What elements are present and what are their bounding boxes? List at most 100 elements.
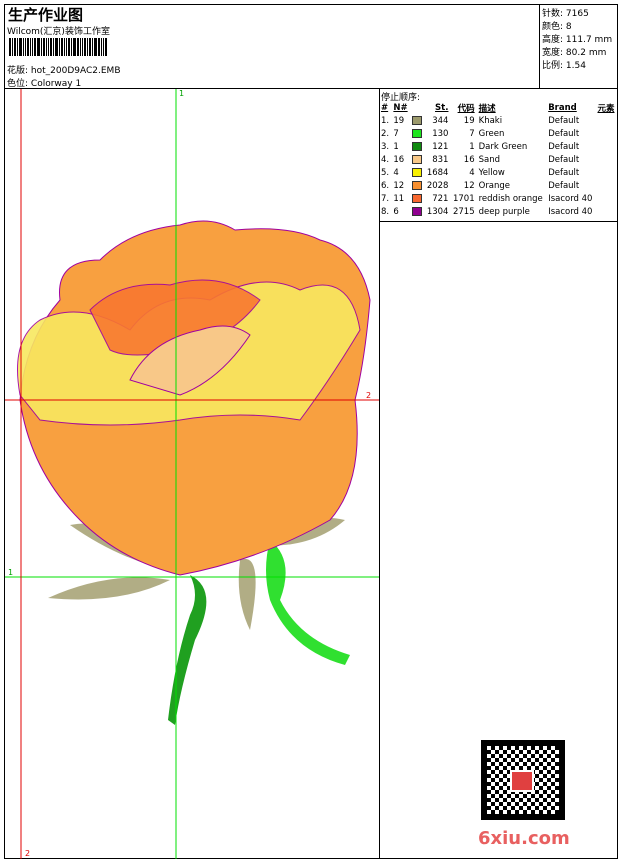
info-label: 宽度: bbox=[542, 48, 564, 58]
barcode-bar bbox=[73, 38, 76, 56]
table-row: 2. 7 130 7 Green Default bbox=[379, 127, 617, 140]
color-swatch bbox=[412, 154, 422, 164]
row-stitches: 2028 bbox=[426, 180, 449, 191]
barcode-bar bbox=[80, 38, 81, 56]
barcode-bar bbox=[103, 38, 104, 56]
barcode-bar bbox=[87, 38, 88, 56]
row-brand: Isacord 40 bbox=[548, 193, 593, 204]
row-element bbox=[595, 192, 617, 205]
swatch-cell bbox=[410, 127, 424, 140]
color-swatch bbox=[412, 167, 422, 177]
row-brand: Default bbox=[548, 167, 580, 178]
info-row: 比例: 1.54 bbox=[542, 58, 586, 71]
row-needle: 11 bbox=[393, 193, 405, 204]
barcode-bar bbox=[50, 38, 52, 56]
stem-right bbox=[266, 540, 350, 665]
column-header: N# bbox=[393, 102, 408, 113]
row-index: 5. bbox=[381, 167, 390, 178]
row-brand: Default bbox=[548, 128, 580, 139]
info-row: 宽度: 80.2 mm bbox=[542, 45, 606, 58]
barcode-bar bbox=[89, 38, 91, 56]
row-code: 16 bbox=[463, 154, 475, 165]
guide-label-h1: 1 bbox=[8, 568, 13, 577]
row-element bbox=[595, 140, 617, 153]
design-label: 花版: bbox=[7, 66, 29, 76]
info-divider bbox=[539, 4, 540, 88]
row-index: 8. bbox=[381, 206, 390, 217]
barcode-bar bbox=[19, 38, 22, 56]
info-label: 高度: bbox=[542, 35, 564, 45]
row-index: 3. bbox=[381, 141, 390, 152]
page-title: 生产作业图 bbox=[8, 6, 84, 24]
barcode-bar bbox=[23, 38, 24, 56]
column-header: Brand bbox=[548, 102, 577, 113]
barcode-bar bbox=[14, 38, 16, 56]
row-code: 1701 bbox=[452, 193, 475, 204]
row-code: 4 bbox=[469, 167, 475, 178]
column-header: St. bbox=[435, 102, 449, 113]
watermark: 6xiu.com bbox=[478, 828, 570, 849]
barcode-bar bbox=[98, 38, 100, 56]
company-name: Wilcom(汇京)装饰工作室 bbox=[7, 27, 110, 37]
barcode-bar bbox=[64, 38, 65, 56]
row-code: 12 bbox=[463, 180, 475, 191]
row-description: Green bbox=[478, 128, 505, 139]
barcode-bar bbox=[30, 38, 31, 56]
table-row: 7. 11 721 1701 reddish orange Isacord 40 bbox=[379, 192, 617, 205]
color-swatch bbox=[412, 128, 422, 138]
row-element bbox=[595, 179, 617, 192]
row-index: 4. bbox=[381, 154, 390, 165]
color-swatch bbox=[412, 180, 422, 190]
swatch-cell bbox=[410, 114, 424, 127]
barcode-bar bbox=[66, 38, 67, 56]
barcode-bar bbox=[82, 38, 83, 56]
info-value: 1.54 bbox=[565, 61, 586, 71]
row-needle: 4 bbox=[393, 167, 399, 178]
row-index: 7. bbox=[381, 193, 390, 204]
row-needle: 7 bbox=[393, 128, 399, 139]
info-value: 7165 bbox=[565, 9, 589, 19]
barcode-bar bbox=[9, 38, 11, 56]
row-stitches: 1684 bbox=[426, 167, 449, 178]
color-swatch bbox=[412, 141, 422, 151]
swatch-cell bbox=[410, 205, 424, 218]
leaf-mid bbox=[238, 558, 256, 630]
table-row: 1. 19 344 19 Khaki Default bbox=[379, 114, 617, 127]
color-swatch bbox=[412, 193, 422, 203]
barcode-bar bbox=[27, 38, 29, 56]
row-stitches: 831 bbox=[432, 154, 449, 165]
row-stitches: 130 bbox=[432, 128, 449, 139]
row-stitches: 1304 bbox=[426, 206, 449, 217]
design-value: hot_200D9AC2.EMB bbox=[30, 66, 121, 76]
guide-label-v2: 2 bbox=[25, 849, 30, 858]
guide-label-h2: 2 bbox=[366, 391, 371, 400]
info-label: 比例: bbox=[542, 61, 564, 71]
row-brand: Default bbox=[548, 115, 580, 126]
row-index: 6. bbox=[381, 180, 390, 191]
row-needle: 16 bbox=[393, 154, 405, 165]
qr-logo bbox=[510, 770, 534, 792]
row-stitches: 344 bbox=[432, 115, 449, 126]
barcode-bar bbox=[92, 38, 93, 56]
colorway: 色位: Colorway 1 bbox=[7, 76, 81, 89]
barcode-bar bbox=[48, 38, 49, 56]
row-code: 7 bbox=[469, 128, 475, 139]
row-element bbox=[595, 114, 617, 127]
color-swatch bbox=[412, 115, 422, 125]
barcode-bar bbox=[37, 38, 40, 56]
row-index: 1. bbox=[381, 115, 390, 126]
row-brand: Isacord 40 bbox=[548, 206, 593, 217]
column-header: # bbox=[381, 102, 389, 113]
row-needle: 6 bbox=[393, 206, 399, 217]
row-needle: 1 bbox=[393, 141, 399, 152]
barcode-bar bbox=[84, 38, 86, 56]
info-row: 颜色: 8 bbox=[542, 19, 572, 32]
table-row: 3. 1 121 1 Dark Green Default bbox=[379, 140, 617, 153]
barcode-bar bbox=[105, 38, 107, 56]
row-brand: Default bbox=[548, 141, 580, 152]
barcode-bar bbox=[59, 38, 60, 56]
design-canvas: 1 2 1 2 bbox=[5, 89, 379, 859]
row-needle: 19 bbox=[393, 115, 405, 126]
stem-left bbox=[168, 575, 207, 725]
row-description: deep purple bbox=[478, 206, 530, 217]
